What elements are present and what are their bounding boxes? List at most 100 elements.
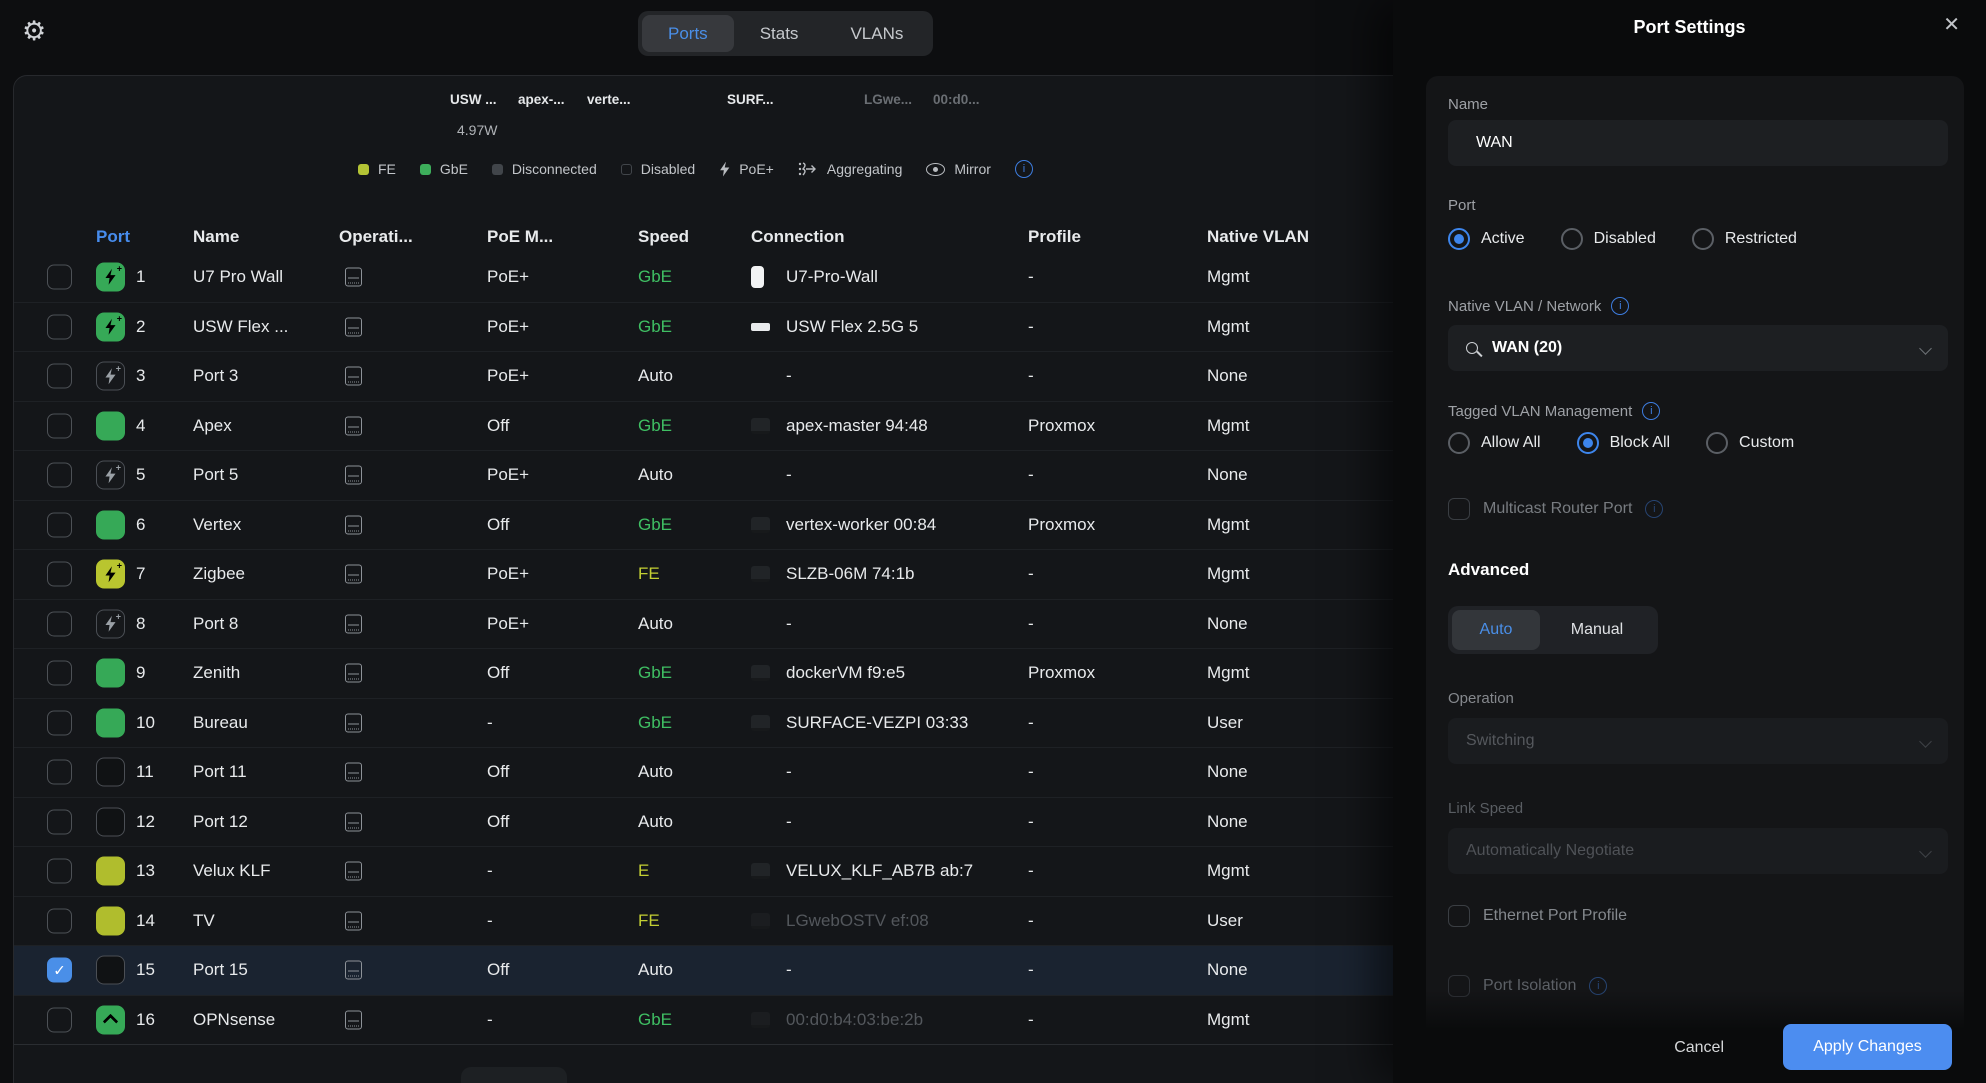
table-row[interactable]: + 2 USW Flex ... PoE+ GbE USW Flex 2.5G … xyxy=(14,302,1394,352)
table-row[interactable]: 11 Port 11 Off Auto - - None xyxy=(14,747,1394,797)
port-number: 4 xyxy=(136,416,145,436)
poe-mode: PoE+ xyxy=(487,267,529,287)
legend-aggregating-label: Aggregating xyxy=(827,161,903,177)
apply-changes-button[interactable]: Apply Changes xyxy=(1783,1024,1952,1070)
column-header-profile[interactable]: Profile xyxy=(1028,227,1081,247)
connected-device-icon xyxy=(751,913,770,929)
table-row[interactable]: 6 Vertex Off GbE vertex-worker 00:84 Pro… xyxy=(14,500,1394,550)
profile: - xyxy=(1028,861,1034,881)
table-row[interactable]: + 7 Zigbee PoE+ FE SLZB-06M 74:1b - Mgmt xyxy=(14,549,1394,599)
table-row[interactable]: 9 Zenith Off GbE dockerVM f9:e5 Proxmox … xyxy=(14,648,1394,698)
row-checkbox[interactable] xyxy=(47,1007,72,1032)
tab-ports[interactable]: Ports xyxy=(642,15,734,52)
connection: U7-Pro-Wall xyxy=(786,267,878,287)
poe-power-draw: 4.97W xyxy=(457,122,497,138)
native-vlan-info-icon[interactable]: i xyxy=(1611,297,1629,315)
poe-mode: PoE+ xyxy=(487,366,529,386)
port-name: Port 8 xyxy=(193,614,238,634)
segment-auto[interactable]: Auto xyxy=(1452,610,1540,650)
column-header-connection[interactable]: Connection xyxy=(751,227,845,247)
table-row[interactable]: 14 TV - FE LGwebOSTV ef:08 - User xyxy=(14,896,1394,946)
name-label: Name xyxy=(1448,96,1488,113)
table-row[interactable]: ✓ 15 Port 15 Off Auto - - None xyxy=(14,945,1394,995)
connected-device-icon xyxy=(751,517,770,533)
column-header-native-vlan[interactable]: Native VLAN xyxy=(1207,227,1309,247)
link-speed-select: Automatically Negotiate xyxy=(1448,828,1948,874)
connection: - xyxy=(786,366,792,386)
column-header-port[interactable]: Port xyxy=(96,227,130,247)
column-header-name[interactable]: Name xyxy=(193,227,239,247)
row-checkbox[interactable] xyxy=(47,859,72,884)
legend-info-icon[interactable]: i xyxy=(1015,160,1033,178)
link-speed-value: Automatically Negotiate xyxy=(1466,842,1634,860)
table-row[interactable]: + 1 U7 Pro Wall PoE+ GbE U7-Pro-Wall - M… xyxy=(14,252,1394,302)
row-checkbox[interactable] xyxy=(47,611,72,636)
profile: - xyxy=(1028,366,1034,386)
speed: Auto xyxy=(638,812,673,832)
column-header-poe-mode[interactable]: PoE M... xyxy=(487,227,553,247)
row-checkbox[interactable] xyxy=(47,908,72,933)
switch-device-icon xyxy=(345,317,362,336)
port-legend: FE GbE Disconnected Disabled PoE+ Aggreg… xyxy=(358,160,1033,178)
row-checkbox[interactable] xyxy=(47,264,72,289)
cancel-button[interactable]: Cancel xyxy=(1674,1039,1724,1057)
native-vlan: None xyxy=(1207,366,1248,386)
row-checkbox[interactable] xyxy=(47,710,72,735)
multicast-label: Multicast Router Port xyxy=(1483,500,1632,518)
port-status-icon xyxy=(96,1005,125,1034)
tagged-vlan-info-icon[interactable]: i xyxy=(1642,402,1660,420)
radio-allow-all[interactable]: Allow All xyxy=(1448,432,1541,454)
table-row[interactable]: + 5 Port 5 PoE+ Auto - - None xyxy=(14,450,1394,500)
close-icon[interactable]: ✕ xyxy=(1943,12,1960,37)
column-header-speed[interactable]: Speed xyxy=(638,227,689,247)
pagination-button[interactable] xyxy=(461,1067,567,1083)
tab-stats[interactable]: Stats xyxy=(734,15,825,52)
row-checkbox[interactable] xyxy=(47,809,72,834)
column-header-operation[interactable]: Operati... xyxy=(339,227,413,247)
name-input[interactable]: WAN xyxy=(1448,120,1948,166)
native-vlan: Mgmt xyxy=(1207,515,1250,535)
radio-disabled[interactable]: Disabled xyxy=(1561,228,1656,250)
connection: - xyxy=(786,465,792,485)
radio-block-all[interactable]: Block All xyxy=(1577,432,1670,454)
port-number: 12 xyxy=(136,812,155,832)
row-checkbox[interactable]: ✓ xyxy=(47,958,72,983)
row-checkbox[interactable] xyxy=(47,760,72,785)
operation-select: Switching xyxy=(1448,718,1948,764)
table-row[interactable]: + 3 Port 3 PoE+ Auto - - None xyxy=(14,351,1394,401)
speed: GbE xyxy=(638,515,672,535)
radio-label: Restricted xyxy=(1725,230,1797,248)
legend-gbe-label: GbE xyxy=(440,161,468,177)
table-row[interactable]: 16 OPNsense - GbE 00:d0:b4:03:be:2b - Mg… xyxy=(14,995,1394,1045)
row-checkbox[interactable] xyxy=(47,413,72,438)
table-row[interactable]: 12 Port 12 Off Auto - - None xyxy=(14,797,1394,847)
legend-fe-label: FE xyxy=(378,161,396,177)
native-vlan-select[interactable]: WAN (20) xyxy=(1448,325,1948,371)
radio-label: Allow All xyxy=(1481,434,1541,452)
row-checkbox[interactable] xyxy=(47,512,72,537)
table-row[interactable]: 10 Bureau - GbE SURFACE-VEZPI 03:33 - Us… xyxy=(14,698,1394,748)
switch-device-icon xyxy=(345,416,362,435)
tab-vlans[interactable]: VLANs xyxy=(824,15,929,52)
port-name: Velux KLF xyxy=(193,861,271,881)
port-name: Bureau xyxy=(193,713,248,733)
radio-active[interactable]: Active xyxy=(1448,228,1525,250)
poe-mode: Off xyxy=(487,663,509,683)
table-row[interactable]: + 8 Port 8 PoE+ Auto - - None xyxy=(14,599,1394,649)
row-checkbox[interactable] xyxy=(47,463,72,488)
table-row[interactable]: 4 Apex Off GbE apex-master 94:48 Proxmox… xyxy=(14,401,1394,451)
radio-restricted[interactable]: Restricted xyxy=(1692,228,1797,250)
port-number: 14 xyxy=(136,911,155,931)
settings-gear-icon[interactable]: ⚙ xyxy=(22,16,46,47)
poe-mode: PoE+ xyxy=(487,465,529,485)
radio-custom[interactable]: Custom xyxy=(1706,432,1794,454)
row-checkbox[interactable] xyxy=(47,562,72,587)
row-checkbox[interactable] xyxy=(47,661,72,686)
segment-manual[interactable]: Manual xyxy=(1540,610,1654,650)
tagged-vlan-radio-group: Allow All Block All Custom xyxy=(1448,432,1794,454)
row-checkbox[interactable] xyxy=(47,364,72,389)
port-status-icon xyxy=(96,411,125,440)
port-state-label: Port xyxy=(1448,197,1476,214)
row-checkbox[interactable] xyxy=(47,314,72,339)
table-row[interactable]: 13 Velux KLF - E VELUX_KLF_AB7B ab:7 - M… xyxy=(14,846,1394,896)
